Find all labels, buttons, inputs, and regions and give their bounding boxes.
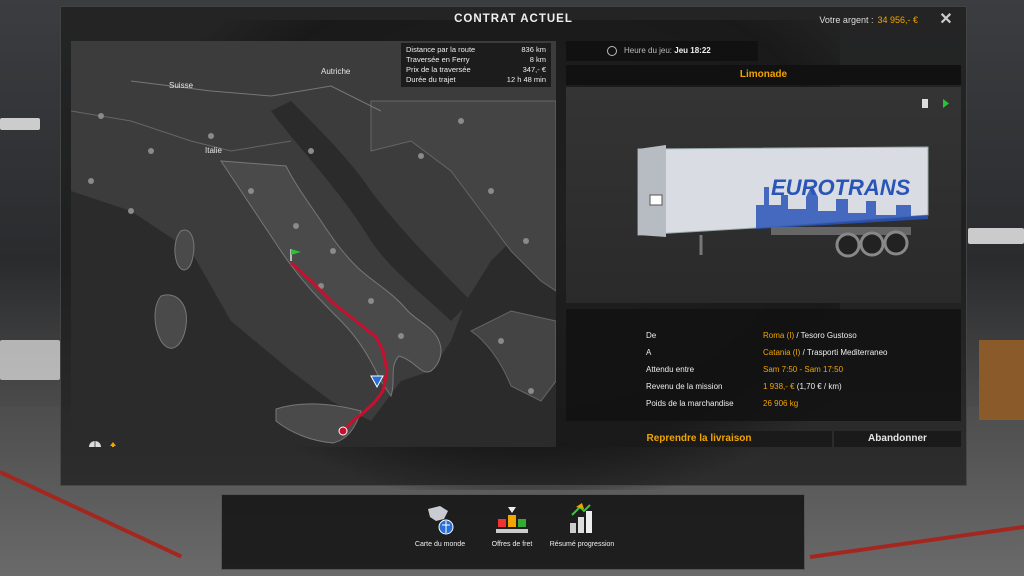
mouse-pan-icon[interactable] <box>85 439 125 447</box>
taskbar-label: Résumé progression <box>549 541 615 548</box>
garage-light <box>0 118 40 130</box>
from-company: / Tesoro Gustoso <box>794 331 857 340</box>
route-info-label: Traversée en Ferry <box>406 55 470 64</box>
route-info-row: Durée du trajet 12 h 48 min <box>406 75 546 85</box>
to-city: Catania (I) <box>763 348 801 357</box>
abandon-button[interactable]: Abandonner <box>834 431 961 447</box>
route-info-value: 8 km <box>529 55 546 64</box>
revenue-label: Revenu de la mission <box>646 382 723 391</box>
garage-light <box>0 340 60 380</box>
cargo-name: Limonade <box>566 65 961 85</box>
route-info-row: Distance par la route 836 km <box>406 45 546 55</box>
map-canvas <box>71 41 556 447</box>
trailer-brand: EUROTRANS <box>771 175 911 200</box>
trailer-preview: EUROTRANS <box>566 87 961 303</box>
revenue-amount: 1 938,- € <box>763 382 795 391</box>
taskbar-progression[interactable]: Résumé progression <box>547 501 617 548</box>
map-label-suisse: Suisse <box>169 81 194 90</box>
revenue-rate: (1,70 € / km) <box>794 382 842 391</box>
route-info-row: Traversée en Ferry 8 km <box>406 55 546 65</box>
weight-value: 26 906 kg <box>763 399 799 408</box>
route-info-label: Distance par la route <box>406 45 476 54</box>
trailer-image: EUROTRANS <box>637 99 949 258</box>
money-label: Votre argent : <box>819 15 874 25</box>
map-label-italie: Italie <box>205 146 222 155</box>
game-time-text: Heure du jeu: Jeu 18:22 <box>624 41 711 61</box>
from-city: Roma (I) <box>763 331 795 340</box>
map-label-autriche: Autriche <box>321 67 351 76</box>
game-time-value: Jeu 18:22 <box>674 46 711 55</box>
game-time-label: Heure du jeu: <box>624 46 673 55</box>
taskbar-world-map[interactable]: Carte du monde <box>405 501 475 548</box>
contract-details: De Roma (I) / Tesoro Gustoso A Catania (… <box>566 309 961 421</box>
from-value: Roma (I) / Tesoro Gustoso <box>763 331 857 340</box>
resume-delivery-button[interactable]: Reprendre la livraison <box>566 431 832 447</box>
route-info-value: 12 h 48 min <box>506 75 546 84</box>
expected-label: Attendu entre <box>646 365 695 374</box>
revenue-value: 1 938,- € (1,70 € / km) <box>763 382 842 391</box>
route-info-box: Distance par la route 836 km Traversée en… <box>401 43 551 87</box>
garage-light <box>968 228 1024 244</box>
weight-label: Poids de la marchandise <box>646 399 734 408</box>
bottom-taskbar: Carte du monde Offres de fret Résumé pro… <box>221 494 805 570</box>
to-label: A <box>646 348 652 357</box>
to-company: / Trasporti Mediterraneo <box>800 348 888 357</box>
taskbar-label: Offres de fret <box>491 541 533 548</box>
contract-window: CONTRAT ACTUEL Votre argent :34 956,- € … <box>60 6 967 486</box>
world-map-icon <box>422 501 458 537</box>
route-info-label: Durée du trajet <box>406 75 456 84</box>
taskbar-label: Carte du monde <box>414 541 466 548</box>
freight-offers-icon <box>494 501 530 537</box>
taskbar-freight-offers[interactable]: Offres de fret <box>477 501 547 548</box>
progression-icon <box>564 501 600 537</box>
clock-icon <box>607 46 617 56</box>
money-display: Votre argent :34 956,- € <box>819 15 918 25</box>
game-time: Heure du jeu: Jeu 18:22 <box>566 41 758 61</box>
route-info-label: Prix de la traversée <box>406 65 471 74</box>
garage-cabinet <box>979 340 1024 420</box>
route-info-value: 347,- € <box>522 65 546 74</box>
route-info-row: Prix de la traversée 347,- € <box>406 65 546 75</box>
money-value: 34 956,- € <box>877 15 918 25</box>
route-info-value: 836 km <box>521 45 546 54</box>
from-label: De <box>646 331 657 340</box>
expected-value: Sam 7:50 - Sam 17:50 <box>763 365 844 374</box>
route-map[interactable]: Suisse Autriche Italie Distance par la r… <box>71 41 556 447</box>
close-icon[interactable]: ✕ <box>936 10 956 30</box>
to-value: Catania (I) / Trasporti Mediterraneo <box>763 348 888 357</box>
